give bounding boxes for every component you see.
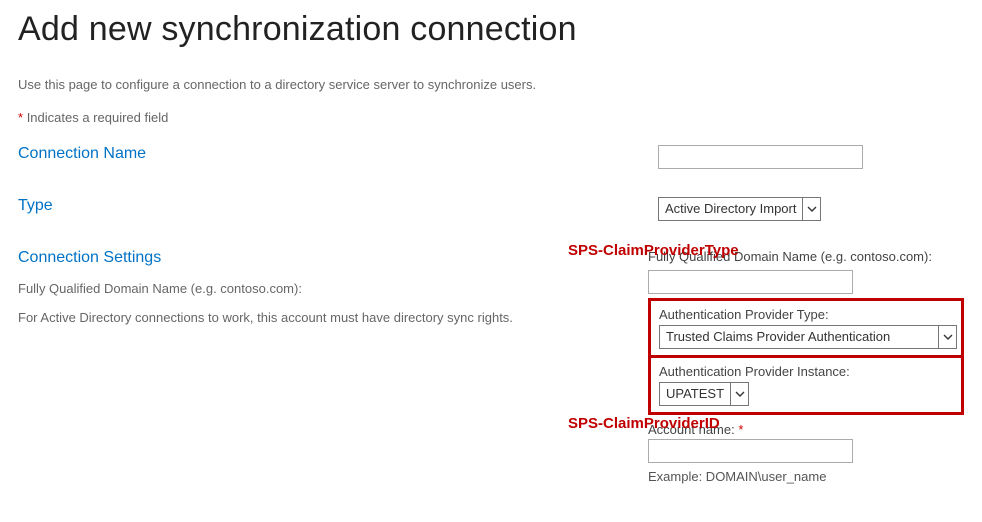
required-field-note: * Indicates a required field — [18, 110, 964, 125]
fqdn-input[interactable] — [648, 270, 853, 294]
auth-instance-highlight: Authentication Provider Instance: UPATES… — [648, 358, 964, 415]
auth-type-select-value: Trusted Claims Provider Authentication — [660, 326, 938, 348]
page-intro: Use this page to configure a connection … — [18, 77, 964, 92]
account-name-example: Example: DOMAIN\user_name — [648, 469, 964, 484]
chevron-down-icon — [802, 198, 820, 220]
auth-instance-label: Authentication Provider Instance: — [659, 364, 953, 379]
auth-type-select[interactable]: Trusted Claims Provider Authentication — [659, 325, 957, 349]
auth-instance-select-value: UPATEST — [660, 383, 730, 405]
annotation-sps-claimproviderid: SPS-ClaimProviderID — [568, 415, 720, 432]
chevron-down-icon — [730, 383, 748, 405]
annotation-sps-claimprovidertype: SPS-ClaimProviderType — [568, 242, 739, 259]
type-select[interactable]: Active Directory Import — [658, 197, 821, 221]
auth-type-label: Authentication Provider Type: — [659, 307, 953, 322]
auth-instance-select[interactable]: UPATEST — [659, 382, 749, 406]
auth-type-highlight: Authentication Provider Type: Trusted Cl… — [648, 298, 964, 358]
rights-help: For Active Directory connections to work… — [18, 310, 628, 325]
required-asterisk: * — [738, 422, 743, 437]
required-asterisk: * — [18, 110, 23, 125]
page-title: Add new synchronization connection — [18, 10, 964, 49]
connection-name-input[interactable] — [658, 145, 863, 169]
connection-name-label: Connection Name — [18, 145, 638, 163]
fqdn-help-left: Fully Qualified Domain Name (e.g. contos… — [18, 281, 628, 296]
account-name-input[interactable] — [648, 439, 853, 463]
chevron-down-icon — [938, 326, 956, 348]
type-select-value: Active Directory Import — [659, 198, 802, 220]
required-note-text: Indicates a required field — [27, 110, 169, 125]
connection-settings-label: Connection Settings — [18, 249, 628, 267]
type-label: Type — [18, 197, 638, 215]
